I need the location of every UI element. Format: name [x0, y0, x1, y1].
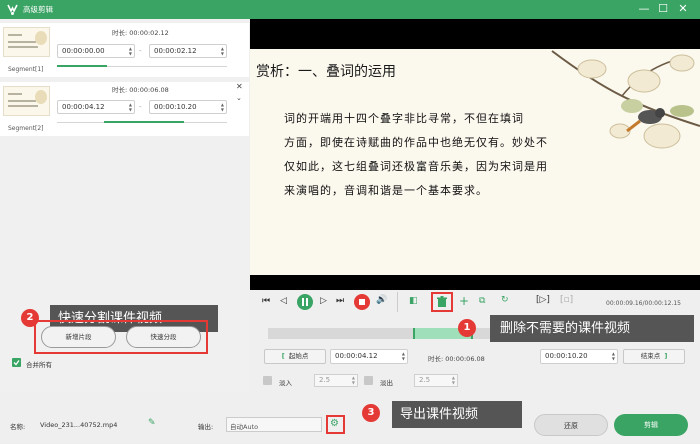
stepper-icon[interactable]: ▲ ▼	[129, 46, 132, 56]
annotation-badge-3: 3	[362, 404, 380, 422]
copy-icon[interactable]: ⧉	[479, 296, 485, 306]
video-frame: 赏析：一、叠词的运用 词的开端用十四个叠字非比寻常，不但在填词 方面，即使在诗赋…	[250, 49, 700, 275]
crop-icon[interactable]: [▷]	[536, 295, 550, 305]
fade-out-input[interactable]: 2.5 ▲ ▼	[414, 374, 458, 387]
video-preview[interactable]: 赏析：一、叠词的运用 词的开端用十四个叠字非比寻常，不但在填词 方面，即使在诗赋…	[250, 19, 700, 290]
segment-end-input[interactable]: 00:00:02.12 ▲ ▼	[149, 44, 227, 58]
segment-thumbnail	[3, 27, 50, 57]
segment-item[interactable]: Segment[1] 时长: 00:00:02.12 00:00:00.00 ▲…	[0, 23, 249, 77]
timeline-track[interactable]	[268, 328, 413, 339]
segment-duration: 时长: 00:00:06.08	[112, 86, 169, 94]
annotation-callout-3: 导出课件视频	[392, 401, 522, 428]
set-end-button[interactable]: 结束点 ]	[623, 349, 685, 364]
stepper-icon[interactable]: ▲ ▼	[221, 102, 224, 112]
quick-split-button[interactable]: 快速分段	[126, 326, 201, 348]
stepper-icon[interactable]: ▲ ▼	[221, 46, 224, 56]
segment-thumbnail	[3, 86, 50, 116]
previous-frame-icon[interactable]: ◁	[280, 296, 287, 306]
fade-in-checkbox[interactable]	[263, 376, 272, 385]
fade-out-checkbox[interactable]	[364, 376, 373, 385]
fade-in-input[interactable]: 2.5 ▲ ▼	[314, 374, 358, 387]
pause-button[interactable]	[297, 294, 313, 310]
stepper-icon[interactable]: ▲ ▼	[612, 351, 615, 361]
segment-label: Segment[2]	[8, 125, 44, 132]
segment-panel: Segment[1] 时长: 00:00:02.12 00:00:00.00 ▲…	[0, 19, 249, 392]
start-time-input[interactable]: 00:00:04.12 ▲ ▼	[330, 349, 408, 364]
gear-icon[interactable]: ⚙	[330, 418, 339, 429]
delete-icon[interactable]	[436, 296, 448, 308]
segment-end-input[interactable]: 00:00:10.20 ▲ ▼	[149, 100, 227, 114]
name-label: 名称:	[10, 423, 26, 431]
reset-icon[interactable]: ↻	[501, 295, 509, 305]
split-icon[interactable]: ◧	[409, 296, 418, 306]
stop-button[interactable]	[354, 294, 370, 310]
fade-in-label: 淡入	[279, 379, 292, 387]
segment-start-input[interactable]: 00:00:04.12 ▲ ▼	[57, 100, 135, 114]
title-bar: 高级剪辑 — ☐ ✕	[0, 0, 700, 19]
check-icon	[13, 360, 20, 366]
segment-start-input[interactable]: 00:00:00.00 ▲ ▼	[57, 44, 135, 58]
close-icon[interactable]: ✕	[236, 82, 243, 91]
segment-range-bar	[57, 65, 107, 67]
maximize-button[interactable]: ☐	[655, 2, 671, 16]
merge-all-label: 合并所有	[26, 361, 52, 369]
next-frame-icon[interactable]: ▷	[320, 296, 327, 306]
playback-time: 00:00:09.16/00:00:12.15	[606, 300, 681, 307]
slide-heading: 赏析：一、叠词的运用	[256, 64, 396, 80]
annotation-callout-1: 删除不需要的课件视频	[490, 315, 694, 342]
skip-to-start-icon[interactable]: ⏮	[262, 296, 270, 306]
set-start-button[interactable]: [ 起始点	[264, 349, 326, 364]
playback-controls: ⏮ ◁ ▷ ⏭ 🔊 ◧ + ⧉ ↻ [▷] [▫] 00:00:09.16/00…	[250, 290, 700, 392]
add-icon[interactable]: +	[459, 294, 469, 308]
edit-icon[interactable]: ✎	[148, 418, 156, 428]
segment-duration: 时长: 00:00:06.08	[428, 355, 485, 363]
annotation-badge-1: 1	[458, 319, 476, 337]
export-button[interactable]: 剪辑	[614, 414, 688, 436]
segment-item[interactable]: Segment[2] 时长: 00:00:06.08 ✕ ⌄ 00:00:04.…	[0, 82, 249, 136]
stop-icon	[359, 299, 365, 305]
fade-out-label: 淡出	[380, 379, 393, 387]
minimize-button[interactable]: —	[636, 2, 652, 16]
window-title: 高级剪辑	[23, 5, 53, 14]
chevron-down-icon[interactable]: ⌄	[236, 94, 242, 102]
output-label: 输出:	[198, 423, 214, 431]
fullscreen-icon[interactable]: [▫]	[560, 295, 573, 305]
segment-label: Segment[1]	[8, 66, 44, 73]
add-segment-button[interactable]: 新增片段	[41, 326, 116, 348]
app-logo-icon	[7, 4, 18, 15]
stepper-icon[interactable]: ▲ ▼	[402, 351, 405, 361]
volume-icon[interactable]: 🔊	[376, 295, 387, 305]
footer-bar: 名称: Video_231...40752.mp4 ✎ 输出: 自动Auto ⚙…	[0, 392, 700, 444]
output-path-field[interactable]: 自动Auto	[226, 417, 322, 432]
stepper-icon[interactable]: ▲ ▼	[129, 102, 132, 112]
skip-to-end-icon[interactable]: ⏭	[336, 296, 344, 306]
merge-all-checkbox[interactable]	[12, 358, 21, 367]
pause-icon	[302, 298, 308, 306]
segment-duration: 时长: 00:00:02.12	[112, 29, 169, 37]
close-button[interactable]: ✕	[675, 2, 691, 16]
reset-button[interactable]: 还原	[534, 414, 608, 436]
end-time-input[interactable]: 00:00:10.20 ▲ ▼	[540, 349, 618, 364]
segment-range-bar	[104, 121, 184, 123]
slide-body: 词的开端用十四个叠字非比寻常，不但在填词 方面，即使在诗赋曲的作品中也绝无仅有。…	[284, 112, 548, 197]
file-name: Video_231...40752.mp4	[40, 421, 118, 429]
